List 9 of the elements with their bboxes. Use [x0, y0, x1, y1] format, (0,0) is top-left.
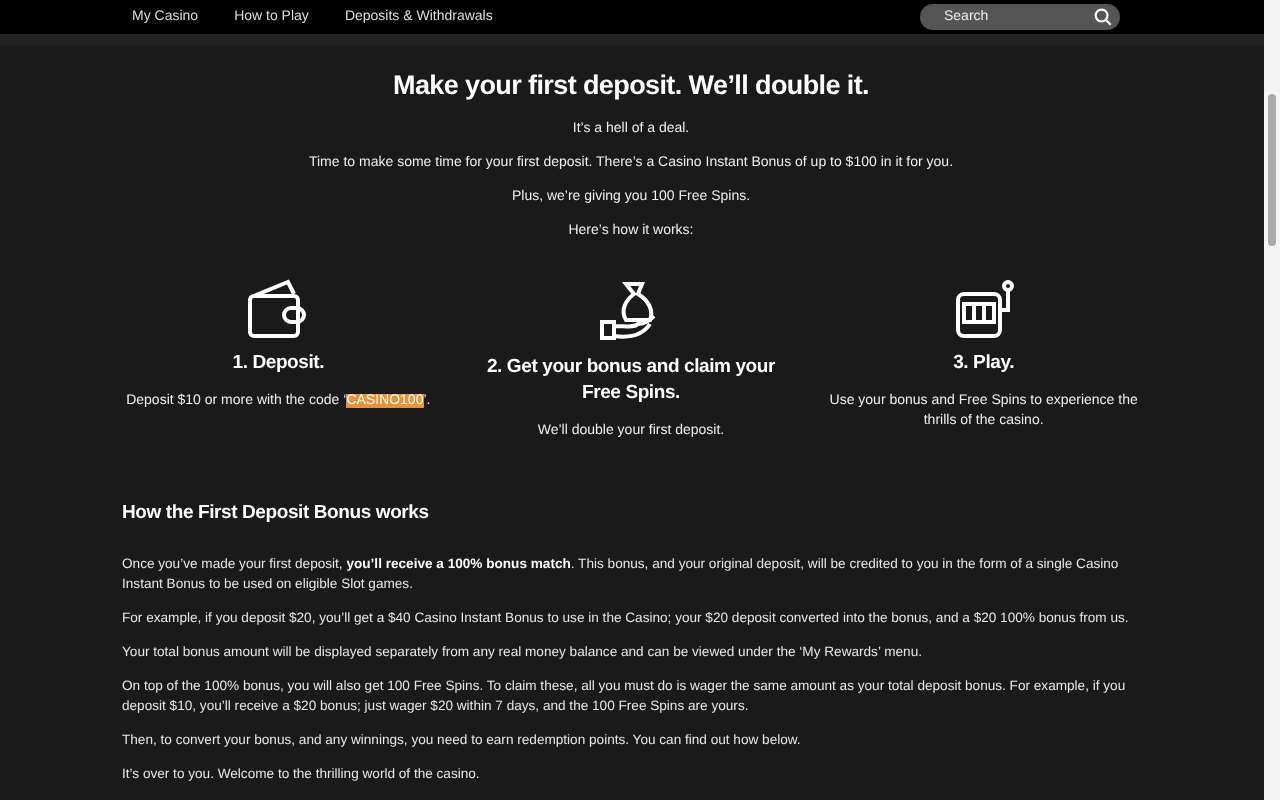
scrollbar-thumb[interactable]: [1268, 94, 1276, 246]
slot-machine-icon: [951, 278, 1016, 342]
step-title: 3. Play.: [953, 350, 1015, 376]
scrollbar[interactable]: [1264, 0, 1280, 800]
step-title: 1. Deposit.: [232, 350, 325, 376]
page-title: Make your first deposit. We’ll double it.: [391, 70, 871, 100]
step-title: 2. Get your bonus and claim your Free Spins.: [484, 354, 778, 406]
section-heading: How the First Deposit Bonus works: [122, 502, 431, 524]
search-icon[interactable]: [1094, 7, 1112, 26]
